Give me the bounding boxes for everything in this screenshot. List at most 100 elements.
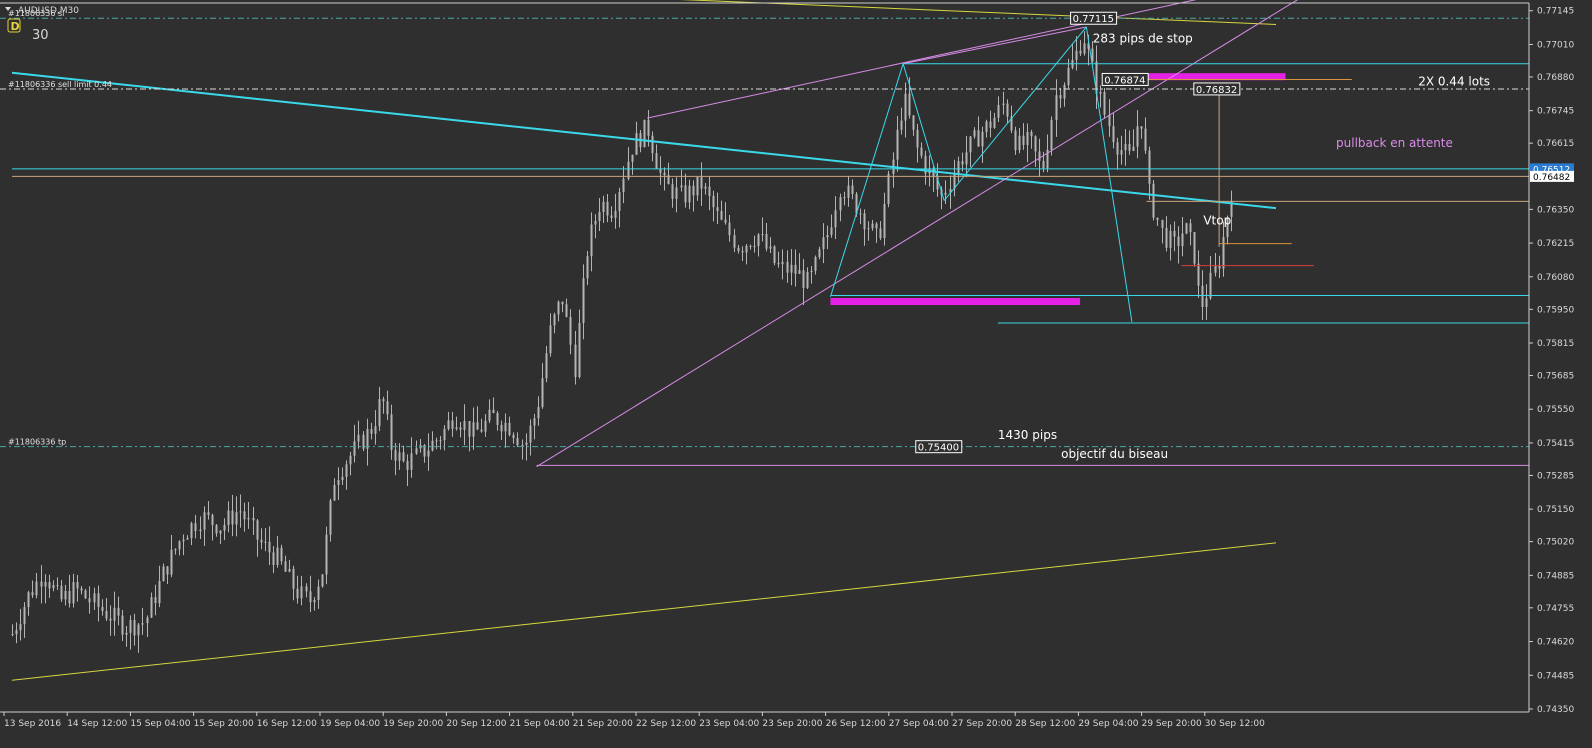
candle-body <box>492 409 495 413</box>
candle-body <box>239 511 242 513</box>
candle-body <box>700 176 703 189</box>
sell-limit-level-label: #11806336 sell limit 0.44 <box>8 80 112 89</box>
candle-body <box>455 427 458 429</box>
y-tick-label: 0.74350 <box>1537 705 1574 715</box>
candle-body <box>859 213 862 215</box>
candle-body <box>64 591 67 600</box>
candle-body <box>692 185 695 196</box>
candle-body <box>1034 136 1037 152</box>
candle-body <box>704 186 707 189</box>
candle-body <box>1120 150 1123 155</box>
candle-body <box>1173 230 1176 237</box>
candle-body <box>1177 236 1180 247</box>
candle-body <box>427 450 430 457</box>
candle-body <box>598 211 601 221</box>
candle-body <box>203 512 206 530</box>
tp-level-label: #11806336 tp <box>8 438 66 447</box>
candle-body <box>480 429 483 432</box>
candle-body <box>1002 103 1005 106</box>
candle-body <box>1140 126 1143 129</box>
x-tick-label: 15 Sep 04:00 <box>130 719 190 729</box>
candle-body <box>965 152 968 165</box>
candle-body <box>121 615 124 635</box>
candle-body <box>826 234 829 238</box>
x-tick-label: 26 Sep 12:00 <box>826 719 886 729</box>
candle-body <box>724 219 727 223</box>
candle-body <box>300 586 303 599</box>
candle-body <box>329 500 332 535</box>
candle-body <box>35 581 38 596</box>
candle-body <box>345 464 348 477</box>
candle-body <box>256 520 259 540</box>
candle-body <box>105 611 108 619</box>
candle-body <box>590 224 593 257</box>
annotation-pips: 1430 pips <box>998 428 1057 442</box>
candle-body <box>31 592 34 596</box>
candle-body <box>843 197 846 199</box>
candle-body <box>1108 114 1111 127</box>
candle-body <box>582 278 585 323</box>
candle-body <box>512 434 515 439</box>
candle-body <box>215 525 218 534</box>
chart-window[interactable]: #11806336 sl #11806336 sell limit 0.44 #11… <box>0 0 1592 744</box>
candle-body <box>1067 67 1070 85</box>
candle-body <box>814 257 817 271</box>
candle-body <box>651 135 654 154</box>
candle-body <box>557 301 560 315</box>
candle-body <box>1165 227 1168 248</box>
candle-body <box>243 511 246 520</box>
price-chart[interactable]: #11806336 sl#11806336 sell limit 0.44#11… <box>0 0 1592 744</box>
candle-body <box>867 228 870 230</box>
candle-body <box>1112 126 1115 143</box>
candle-body <box>374 426 377 434</box>
candle-body <box>973 130 976 137</box>
candle-body <box>1152 183 1155 218</box>
candle-body <box>44 582 47 587</box>
y-tick-label: 0.77010 <box>1537 40 1574 50</box>
candle-body <box>276 547 279 565</box>
candle-body <box>1030 131 1033 137</box>
candle-body <box>154 597 157 604</box>
candle-body <box>900 120 903 130</box>
candle-body <box>1042 160 1045 169</box>
candle-body <box>765 234 768 249</box>
candle-body <box>309 591 312 603</box>
candle-body <box>162 566 165 581</box>
candle-body <box>97 593 100 607</box>
candle-body <box>675 187 678 199</box>
candle-body <box>447 420 450 429</box>
candle-body <box>631 154 634 162</box>
candle-body <box>117 607 120 616</box>
candle-body <box>761 234 764 236</box>
candle-body <box>137 624 140 636</box>
candle-body <box>887 173 890 205</box>
candle-body <box>1205 298 1208 307</box>
candle-body <box>109 618 112 621</box>
candle-body <box>500 424 503 432</box>
candle-body <box>1038 151 1041 161</box>
candle-body <box>472 422 475 437</box>
candle-body <box>688 185 691 203</box>
candle-body <box>957 161 960 175</box>
y-tick-label: 0.75685 <box>1537 371 1574 381</box>
y-tick-label: 0.75815 <box>1537 339 1574 349</box>
annotation-stop: 283 pips de stop <box>1093 31 1193 45</box>
y-tick-label: 0.75950 <box>1537 305 1574 315</box>
y-tick-label: 0.77145 <box>1537 7 1574 17</box>
candle-body <box>1201 285 1204 307</box>
candle-body <box>349 455 352 465</box>
candle-body <box>488 409 491 421</box>
candle-body <box>476 422 479 430</box>
y-tick-label: 0.75150 <box>1537 505 1574 515</box>
candle-body <box>72 582 75 604</box>
candle-body <box>684 185 687 203</box>
x-tick-label: 19 Sep 20:00 <box>383 719 443 729</box>
candle-body <box>529 425 532 443</box>
candle-body <box>818 249 821 258</box>
candle-body <box>260 539 263 543</box>
candle-body <box>516 438 519 446</box>
price-box-76832-text: 0.76832 <box>1196 85 1237 96</box>
candle-body <box>194 523 197 532</box>
candle-body <box>1006 103 1009 117</box>
y-tick-label: 0.76615 <box>1537 139 1574 149</box>
